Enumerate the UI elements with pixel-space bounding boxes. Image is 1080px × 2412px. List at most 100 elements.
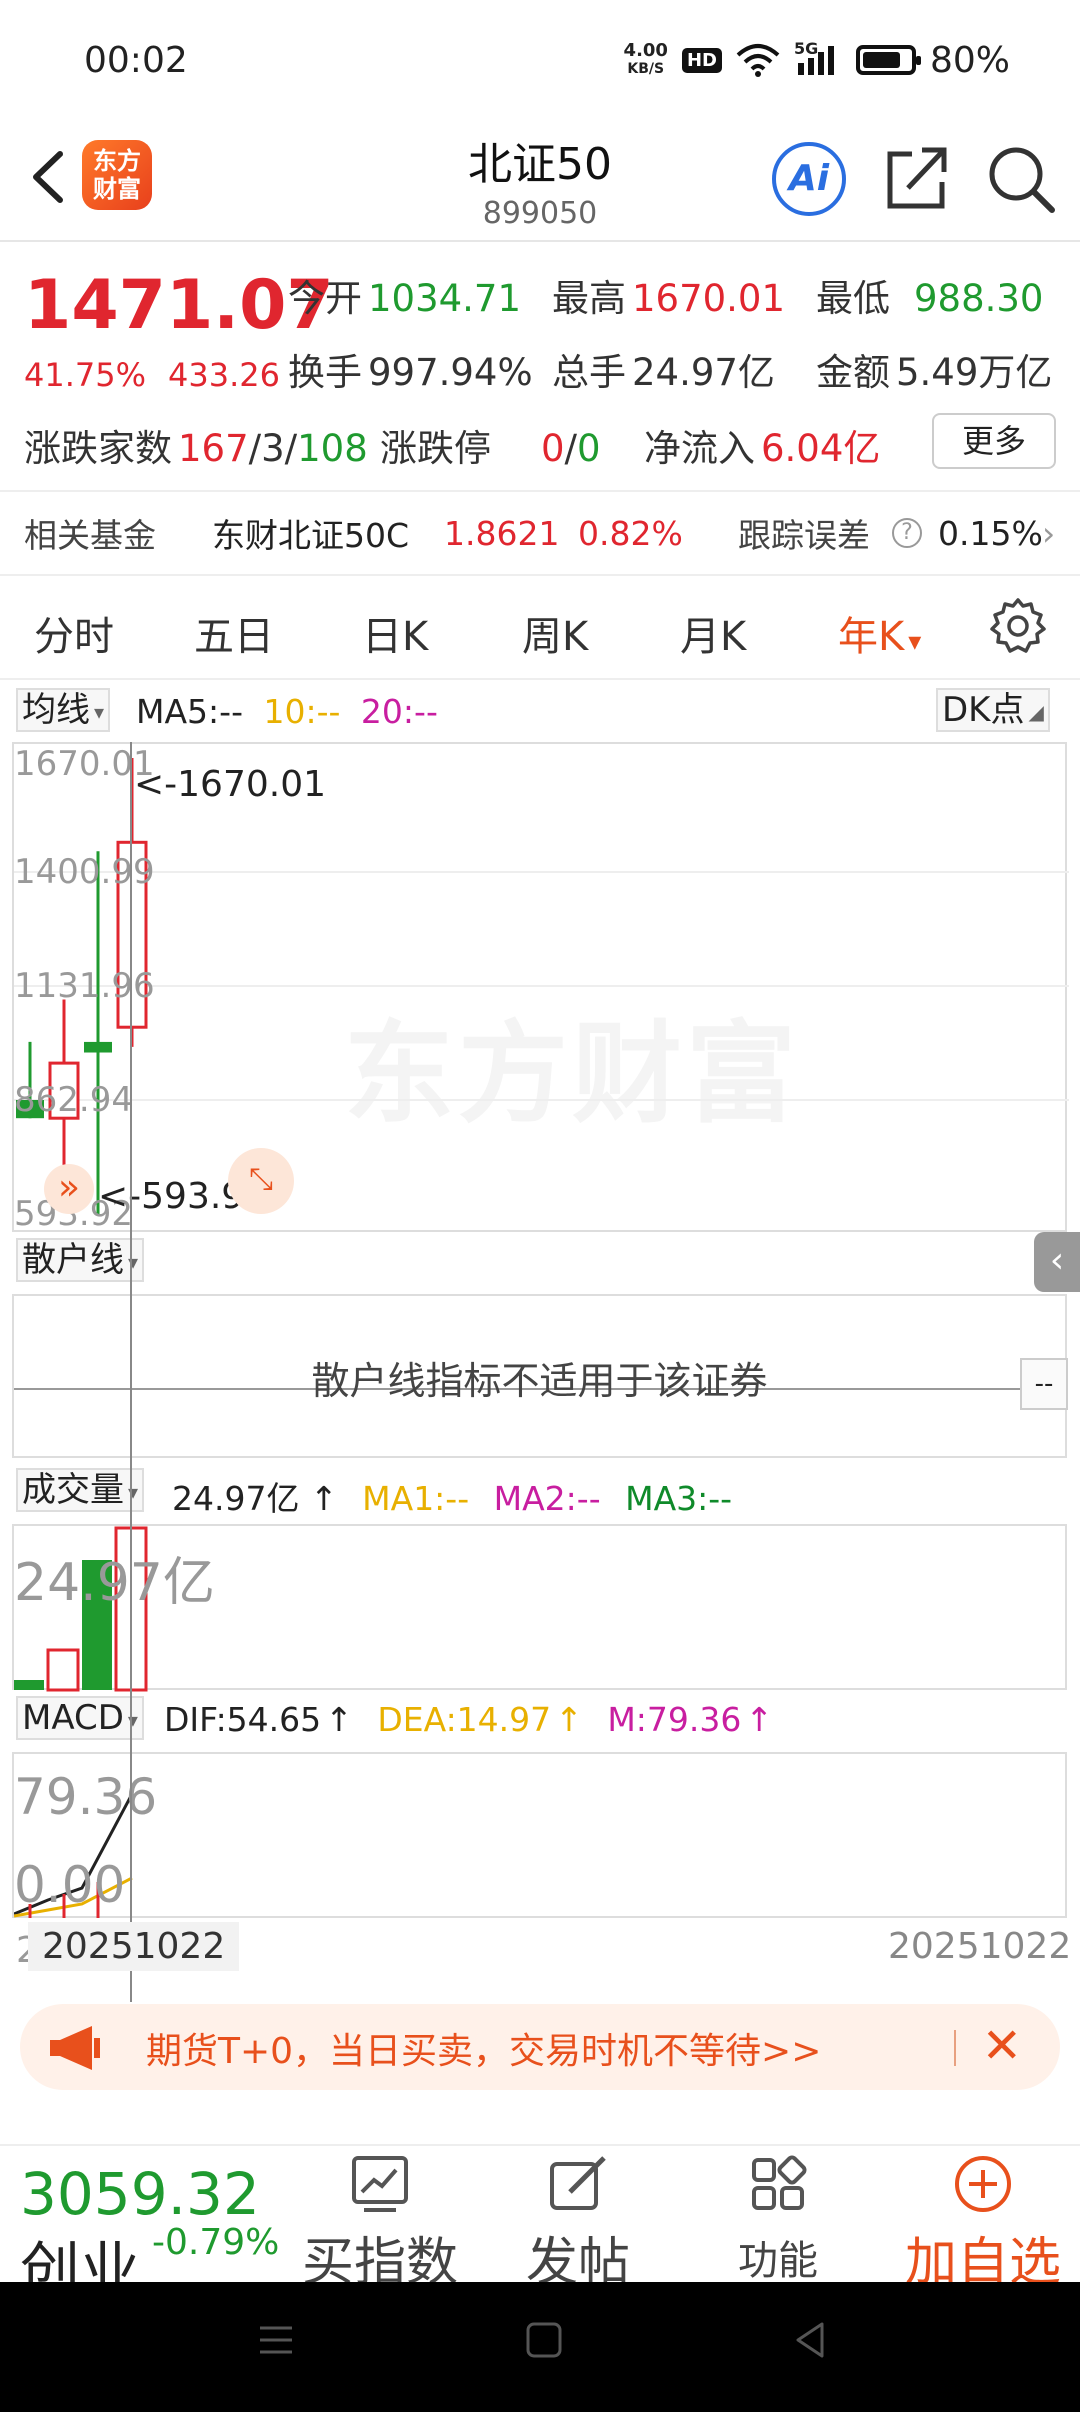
breadth-up: 167: [178, 427, 249, 470]
help-icon[interactable]: ?: [892, 518, 922, 548]
status-icons: 4.00 KB/S HD 5G 80%: [623, 39, 1010, 81]
battery-percent: 80%: [929, 39, 1010, 81]
back-icon[interactable]: [790, 2320, 830, 2360]
home-icon[interactable]: [524, 2320, 564, 2360]
high-field: 最高 1670.01: [552, 268, 785, 322]
ma10-label: 10:--: [263, 692, 341, 731]
cell-signal-icon: 5G: [794, 39, 842, 77]
app-header: 东方 财富 北证50 899050 Ai: [0, 120, 1080, 242]
related-fund-row[interactable]: 相关基金 东财北证50C 1.8621 0.82% 跟踪误差 ? 0.15% ›: [0, 490, 1080, 576]
volume-bar: [46, 1648, 80, 1692]
breadth-flat: 3: [261, 427, 285, 470]
wifi-icon: [736, 44, 780, 77]
tab-monthly-k[interactable]: 月K: [680, 604, 746, 662]
macd-svg: [14, 1793, 134, 1918]
retail-line-panel: 散户线指标不适用于该证券: [12, 1294, 1067, 1458]
limit-sep: /: [564, 427, 578, 470]
y-axis-label: 1131.96: [14, 966, 155, 1006]
post-button[interactable]: 发帖: [488, 2154, 668, 2295]
promo-banner[interactable]: 期货T+0，当日买卖，交易时机不等待>> ✕: [20, 2004, 1060, 2090]
side-panel-tab[interactable]: ‹: [1034, 1232, 1080, 1292]
page-title: 北证50: [468, 139, 612, 190]
macd-legend: DIF:54.65 ↑ DEA:14.97 ↑ M:79.36 ↑: [164, 1700, 773, 1739]
ma20-label: 20:--: [360, 692, 438, 731]
volume-value-label: 24.97亿: [172, 1479, 300, 1518]
kline-panel[interactable]: 东方财富 1670.01 1400.99 1131.96 862.94 593.…: [12, 742, 1069, 1234]
battery-fill: [862, 52, 900, 68]
close-icon[interactable]: ✕: [982, 2018, 1022, 2074]
volume-selector[interactable]: 成交量 ▾: [16, 1468, 145, 1512]
macd-selector[interactable]: MACD ▾: [16, 1696, 144, 1740]
limit-label: 涨跌停: [380, 427, 491, 470]
system-nav-bar: [0, 2282, 1080, 2412]
tab-five-day[interactable]: 五日: [194, 604, 274, 662]
status-bar: 00:02 4.00 KB/S HD 5G 80%: [0, 0, 1080, 120]
dk-point-button[interactable]: DK点 ◢: [936, 688, 1050, 732]
tab-yearly-k-label: 年K: [838, 614, 905, 660]
period-tabs: 分时 五日 日K 周K 月K 年K ▾: [0, 576, 1080, 680]
amount-value: 5.49万亿: [896, 351, 1053, 394]
add-watchlist-button[interactable]: 加自选: [888, 2154, 1078, 2295]
ma-selector-label: 均线: [22, 690, 90, 730]
netflow-field: 净流入 6.04亿: [644, 418, 880, 472]
breadth-sep: /: [284, 427, 298, 470]
more-button[interactable]: 更多: [932, 413, 1056, 469]
macd-panel[interactable]: 79.36 0.00: [12, 1752, 1067, 1918]
ai-assistant-icon[interactable]: Ai: [772, 142, 846, 216]
net-speed-value: 4.00: [623, 40, 668, 61]
volume-ma1-label: MA1:--: [362, 1479, 470, 1518]
volume-selector-label: 成交量: [22, 1470, 124, 1510]
buy-index-button[interactable]: 买指数: [290, 2154, 470, 2295]
double-chevron-icon[interactable]: »: [44, 1164, 94, 1214]
megaphone-icon: [50, 2026, 100, 2070]
retail-line-label: 散户线: [22, 1240, 124, 1280]
turnover-field: 换手 997.94%: [288, 342, 533, 396]
netflow-label: 净流入: [644, 427, 755, 470]
security-code: 899050: [482, 196, 598, 231]
macd-dif-label: DIF:54.65: [164, 1700, 322, 1739]
plus-circle-icon: [955, 2156, 1011, 2212]
back-arrow-icon[interactable]: [22, 142, 82, 212]
breadth-label: 涨跌家数: [24, 427, 172, 470]
open-value: 1034.71: [368, 277, 522, 320]
amount-field: 金额 5.49万亿: [816, 342, 1052, 396]
macd-y-bottom: 0.00: [14, 1856, 126, 1914]
index-change: -0.79%: [152, 2222, 280, 2263]
amount-label: 金额: [816, 351, 890, 394]
volume-bar: [14, 1680, 44, 1690]
trend-chart-icon: [352, 2156, 408, 2212]
tab-weekly-k[interactable]: 周K: [522, 604, 588, 662]
volume-panel[interactable]: 24.97亿: [12, 1524, 1067, 1692]
tab-daily-k[interactable]: 日K: [362, 604, 428, 662]
gear-icon[interactable]: [988, 596, 1048, 656]
retail-line-selector[interactable]: 散户线 ▾: [16, 1238, 145, 1282]
volume-legend: 24.97亿 ↑ MA1:-- MA2:-- MA3:--: [172, 1472, 732, 1520]
caret-down-icon: ▾: [94, 699, 105, 724]
macd-selector-label: MACD: [22, 1698, 124, 1738]
share-icon[interactable]: [884, 142, 950, 214]
fund-name: 东财北证50C: [212, 516, 410, 555]
corner-caret-icon: ◢: [1028, 699, 1044, 724]
low-value: 988.30: [914, 277, 1044, 320]
grid-icon: [752, 2155, 807, 2210]
netflow-value: 6.04亿: [761, 427, 881, 470]
macd-dea-label: DEA:14.97: [377, 1700, 552, 1739]
volume-ma3-label: MA3:--: [625, 1479, 733, 1518]
chevron-down-icon: ▾: [908, 627, 922, 657]
tab-yearly-k[interactable]: 年K ▾: [838, 604, 921, 662]
menu-icon[interactable]: [256, 2320, 296, 2360]
collapse-button[interactable]: --: [1020, 1358, 1068, 1410]
search-icon[interactable]: [986, 144, 1056, 214]
up-arrow-icon: ↑: [325, 1700, 353, 1739]
chart-area: 均线 ▾ MA5:-- 10:-- 20:-- DK点 ◢ 东方财富 1670.01…: [0, 682, 1080, 2002]
expand-icon[interactable]: ⤡: [228, 1148, 294, 1214]
chevron-right-icon[interactable]: ›: [1042, 514, 1055, 553]
functions-button[interactable]: 功能: [688, 2154, 868, 2286]
open-field: 今开 1034.71: [288, 268, 521, 322]
date-right: 20251022: [888, 1926, 1072, 1967]
ma-selector[interactable]: 均线 ▾: [16, 688, 111, 732]
hd-icon: HD: [681, 47, 722, 73]
tab-intraday[interactable]: 分时: [34, 604, 114, 662]
app-logo: 东方 财富: [82, 140, 152, 210]
ma-legend: MA5:-- 10:-- 20:--: [136, 692, 438, 731]
